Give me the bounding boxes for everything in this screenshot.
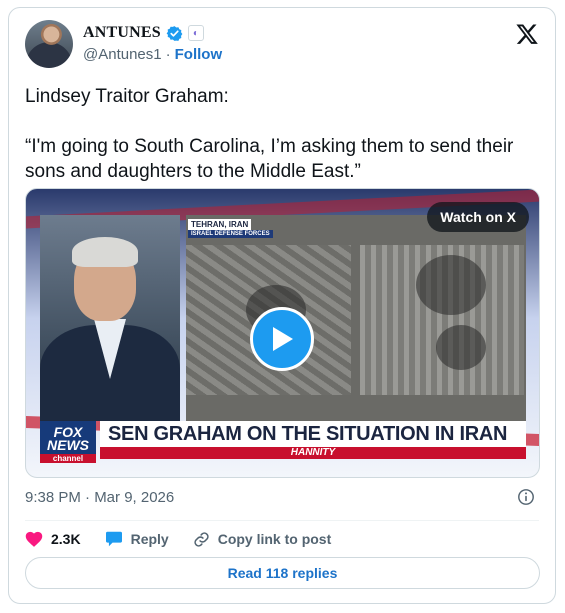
handle[interactable]: @Antunes1	[83, 46, 162, 63]
link-icon	[194, 531, 209, 547]
video-frame-satellite: TEHRAN, IRAN ISRAEL DEFENSE FORCES	[186, 215, 526, 421]
read-replies-button[interactable]: Read 118 replies	[25, 557, 540, 589]
info-icon[interactable]	[517, 488, 535, 506]
post-text: Lindsey Traitor Graham: “I'm going to So…	[25, 86, 514, 182]
lower-third: FOX NEWS channel SEN GRAHAM ON THE SITUA…	[40, 421, 526, 463]
avatar[interactable]	[25, 20, 73, 68]
display-name[interactable]: ANTUNES	[83, 24, 161, 42]
watch-on-x-button[interactable]: Watch on X	[427, 202, 529, 232]
reply-button[interactable]: Reply	[105, 531, 169, 547]
post-card: ANTUNES ◐ @Antunes1 · Follow Lindsey Tra…	[8, 7, 556, 604]
heart-icon	[25, 531, 43, 547]
show-name: HANNITY	[100, 447, 526, 459]
play-icon	[273, 327, 293, 351]
like-button[interactable]: 2.3K	[25, 531, 81, 547]
post-timestamp[interactable]: 9:38 PM · Mar 9, 2026	[25, 489, 174, 506]
follow-button[interactable]: Follow	[175, 46, 223, 63]
reply-icon	[105, 531, 122, 547]
video-player[interactable]: TEHRAN, IRAN ISRAEL DEFENSE FORCES FOX N…	[25, 188, 540, 478]
like-count: 2.3K	[51, 531, 81, 547]
network-logo: FOX NEWS channel	[40, 421, 96, 463]
network-line2: NEWS	[47, 437, 89, 453]
reply-label: Reply	[130, 531, 169, 547]
play-button[interactable]	[250, 307, 314, 371]
verified-badge-icon	[166, 25, 183, 41]
video-frame-speaker	[40, 215, 180, 421]
affiliate-badge-icon[interactable]: ◐	[187, 25, 204, 41]
action-bar: 2.3K Reply Copy link to post	[25, 528, 355, 550]
location-subtag: ISRAEL DEFENSE FORCES	[188, 230, 273, 238]
copy-link-label: Copy link to post	[217, 531, 332, 547]
author-name-row: ANTUNES ◐	[83, 24, 204, 42]
handle-row: @Antunes1 · Follow	[83, 46, 222, 63]
copy-link-button[interactable]: Copy link to post	[193, 531, 332, 548]
location-tag: TEHRAN, IRAN	[188, 219, 252, 230]
network-line3: channel	[40, 454, 96, 463]
divider	[25, 520, 539, 521]
x-logo-icon[interactable]	[515, 22, 539, 46]
separator-dot: ·	[165, 46, 171, 63]
chyron-headline: SEN GRAHAM ON THE SITUATION IN IRAN	[100, 421, 526, 447]
